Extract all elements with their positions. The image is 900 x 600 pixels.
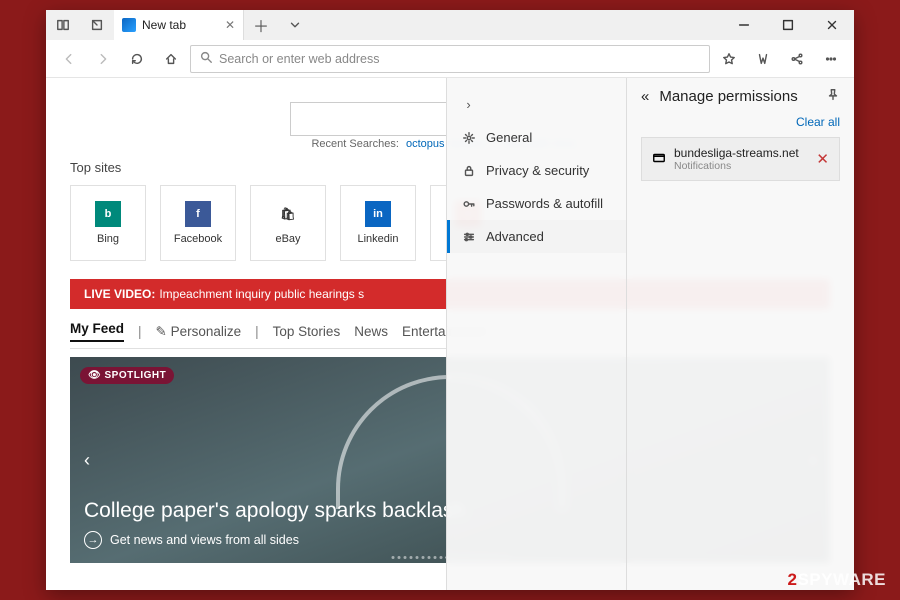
address-placeholder: Search or enter web address — [219, 52, 380, 66]
lock-icon — [461, 163, 476, 178]
hero-headline: College paper's apology sparks backlash — [84, 499, 465, 523]
top-site-tile[interactable]: 🛍eBay — [250, 185, 326, 261]
key-icon — [461, 196, 476, 211]
clear-all-link[interactable]: Clear all — [641, 115, 840, 129]
back-button[interactable] — [54, 44, 84, 74]
watermark: 2SPYWARE — [788, 570, 887, 590]
facebook-icon: f — [185, 201, 211, 227]
top-site-tile[interactable]: fFacebook — [160, 185, 236, 261]
share-button[interactable] — [782, 44, 812, 74]
settings-item-advanced[interactable]: Advanced — [447, 220, 626, 253]
hero-prev-icon[interactable]: ‹ — [74, 447, 100, 473]
settings-item-general[interactable]: General — [447, 121, 626, 154]
edge-icon — [122, 18, 136, 32]
home-button[interactable] — [156, 44, 186, 74]
settings-item-privacy[interactable]: Privacy & security — [447, 154, 626, 187]
tabs-aside-icon[interactable] — [46, 18, 80, 32]
chevron-right-icon: › — [461, 97, 476, 112]
more-button[interactable] — [816, 44, 846, 74]
tab-title: New tab — [142, 18, 186, 32]
reading-list-button[interactable] — [748, 44, 778, 74]
permissions-panel: « Manage permissions Clear all bundeslig… — [626, 78, 854, 590]
refresh-button[interactable] — [122, 44, 152, 74]
forward-button[interactable] — [88, 44, 118, 74]
titlebar: New tab ✕ ＋ — [46, 10, 854, 40]
feed-tab-topstories[interactable]: Top Stories — [273, 324, 341, 339]
gear-icon — [461, 130, 476, 145]
ebay-icon: 🛍 — [275, 201, 301, 227]
minimize-button[interactable] — [722, 10, 766, 40]
bing-icon: b — [95, 201, 121, 227]
close-window-button[interactable] — [810, 10, 854, 40]
hero-sub[interactable]: →Get news and views from all sides — [84, 531, 299, 549]
set-aside-icon[interactable] — [80, 18, 114, 32]
arrow-right-icon: → — [84, 531, 102, 549]
permissions-back-icon[interactable]: « — [641, 88, 649, 105]
tab-new[interactable]: New tab ✕ — [114, 10, 244, 40]
sliders-icon — [461, 229, 476, 244]
settings-item-passwords[interactable]: Passwords & autofill — [447, 187, 626, 220]
feed-tab-myfeed[interactable]: My Feed — [70, 321, 124, 342]
permission-type: Notifications — [674, 160, 799, 172]
maximize-button[interactable] — [766, 10, 810, 40]
settings-panel: › General Privacy & security Passwords &… — [446, 78, 626, 590]
favorites-button[interactable] — [714, 44, 744, 74]
permission-site: bundesliga-streams.net — [674, 146, 799, 160]
feed-personalize[interactable]: ✎ Personalize — [156, 324, 242, 340]
new-tab-button[interactable]: ＋ — [244, 10, 278, 40]
content-area: Recent Searches: octopus ransom... faceb… — [46, 78, 854, 590]
remove-permission-icon[interactable]: ✕ — [816, 150, 829, 168]
search-icon — [199, 50, 213, 67]
spotlight-badge: 👁 SPOTLIGHT — [80, 367, 174, 384]
permission-entry[interactable]: bundesliga-streams.net Notifications ✕ — [641, 137, 840, 181]
address-bar[interactable]: Search or enter web address — [190, 45, 710, 73]
top-site-tile[interactable]: bBing — [70, 185, 146, 261]
settings-back[interactable]: › — [447, 88, 626, 121]
permissions-title: Manage permissions — [659, 88, 797, 105]
linkedin-icon: in — [365, 201, 391, 227]
top-site-tile[interactable]: inLinkedin — [340, 185, 416, 261]
site-icon — [652, 151, 666, 168]
browser-window: New tab ✕ ＋ Search or enter web address — [46, 10, 854, 590]
navbar: Search or enter web address — [46, 40, 854, 78]
tab-dropdown-icon[interactable] — [278, 10, 312, 40]
feed-tab-news[interactable]: News — [354, 324, 388, 339]
close-tab-icon[interactable]: ✕ — [225, 18, 235, 32]
pin-icon[interactable] — [826, 88, 840, 105]
